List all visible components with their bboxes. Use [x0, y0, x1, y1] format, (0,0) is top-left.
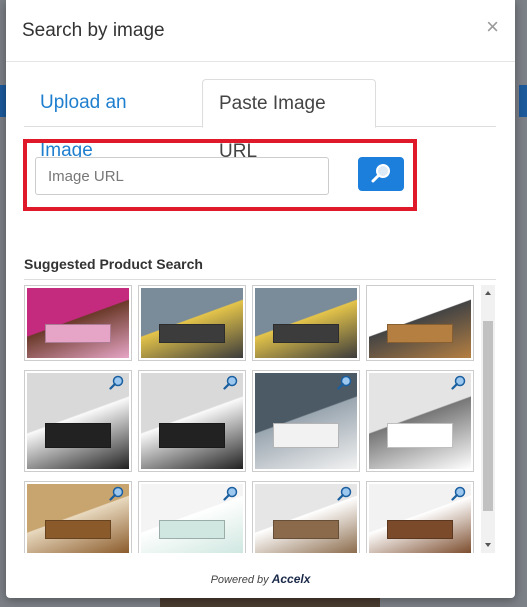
- background-content: [160, 598, 380, 607]
- white-oval-coffee-table-image: [255, 373, 357, 469]
- tab-bar: Upload an Image Paste Image URL: [24, 79, 496, 162]
- zoom-icon: [223, 375, 238, 390]
- url-search-highlight: [23, 139, 417, 211]
- product-thumbnail[interactable]: [252, 370, 360, 472]
- white-coffee-table-living-room-image: [27, 373, 129, 469]
- glass-coffee-table-image: [141, 484, 243, 553]
- suggested-products-grid: [24, 285, 480, 553]
- chevron-down-icon: [485, 543, 491, 547]
- white-lift-top-table-drinks-image: [255, 484, 357, 553]
- product-shape: [159, 324, 225, 343]
- grid-scrollbar[interactable]: [481, 285, 495, 553]
- divider: [24, 279, 496, 280]
- scroll-up-button[interactable]: [481, 285, 495, 301]
- powered-by-label: Powered by: [210, 574, 269, 586]
- product-shape: [159, 422, 225, 448]
- zoom-icon: [451, 375, 466, 390]
- chevron-up-icon: [485, 291, 491, 295]
- image-search-button[interactable]: [358, 157, 404, 191]
- wooden-table-living-room-image: [27, 484, 129, 553]
- product-shape: [45, 422, 111, 448]
- product-shape: [273, 422, 339, 448]
- product-thumbnail[interactable]: [138, 370, 246, 472]
- tab-upload-image[interactable]: Upload an Image: [24, 79, 200, 161]
- zoom-icon: [109, 375, 124, 390]
- product-shape: [387, 422, 453, 448]
- product-thumbnail[interactable]: [24, 370, 132, 472]
- product-shape: [159, 520, 225, 539]
- white-coffee-table-living-room-image: [141, 373, 243, 469]
- product-thumbnail[interactable]: [366, 285, 474, 361]
- product-shape: [45, 324, 111, 343]
- product-thumbnail[interactable]: [24, 481, 132, 553]
- product-shape: [387, 324, 453, 343]
- product-thumbnail[interactable]: [366, 481, 474, 553]
- powered-by-footer: Powered by Accelx: [6, 572, 515, 586]
- zoom-icon: [451, 486, 466, 501]
- brand-logo: Accelx: [271, 572, 311, 586]
- modal-title: Search by image: [22, 20, 165, 41]
- search-by-image-modal: Search by image × Upload an Image Paste …: [6, 0, 515, 598]
- computer-desk-image: [369, 288, 471, 358]
- zoom-icon: [337, 486, 352, 501]
- product-thumbnail[interactable]: [366, 370, 474, 472]
- product-shape: [45, 520, 111, 539]
- product-thumbnail[interactable]: [138, 481, 246, 553]
- suggested-heading: Suggested Product Search: [24, 256, 203, 272]
- product-shape: [273, 520, 339, 539]
- white-wood-coffee-table-image: [369, 484, 471, 553]
- tab-paste-image-url[interactable]: Paste Image URL: [202, 79, 376, 162]
- zoom-icon: [223, 486, 238, 501]
- product-thumbnail[interactable]: [24, 285, 132, 361]
- tv-stand-wall-unit-image: [255, 288, 357, 358]
- scroll-thumb[interactable]: [483, 321, 493, 511]
- pink-bedroom-image: [27, 288, 129, 358]
- tv-stand-wall-unit-image: [141, 288, 243, 358]
- close-button[interactable]: ×: [486, 16, 499, 38]
- product-shape: [387, 520, 453, 539]
- white-lift-top-coffee-table-image: [369, 373, 471, 469]
- scroll-down-button[interactable]: [481, 537, 495, 553]
- product-thumbnail[interactable]: [252, 285, 360, 361]
- product-thumbnail[interactable]: [138, 285, 246, 361]
- background-nav-bar: [519, 85, 527, 117]
- modal-header: Search by image ×: [6, 0, 515, 62]
- product-thumbnail[interactable]: [252, 481, 360, 553]
- zoom-icon: [109, 486, 124, 501]
- image-url-input[interactable]: [35, 157, 329, 195]
- zoom-icon: [337, 375, 352, 390]
- search-icon: [371, 164, 390, 183]
- product-shape: [273, 324, 339, 343]
